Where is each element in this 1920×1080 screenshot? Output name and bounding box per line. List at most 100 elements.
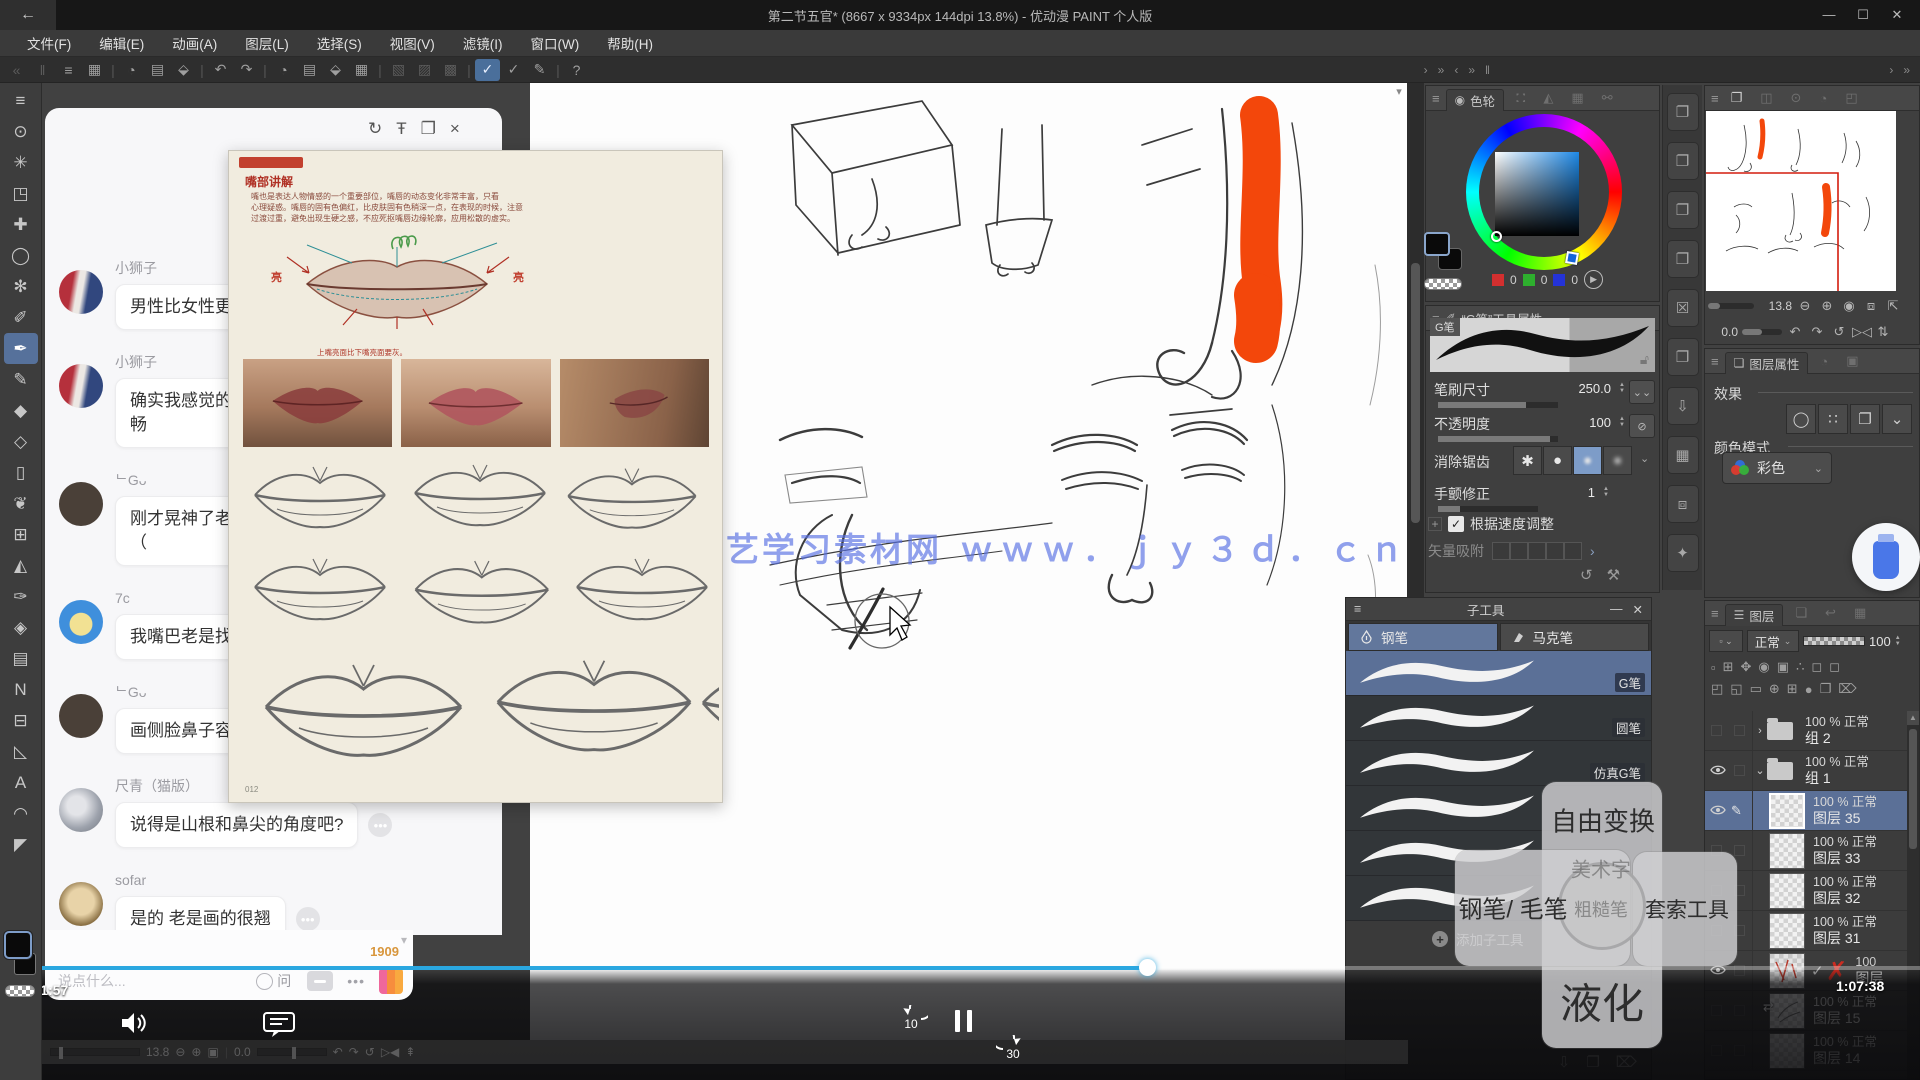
workspace-folder-button[interactable]: ❐	[1667, 191, 1699, 229]
layer-action-icon[interactable]: ⊞	[1723, 659, 1734, 675]
vector-snap-cells[interactable]	[1492, 542, 1582, 560]
chat-collapse-icon[interactable]: ▾	[401, 933, 407, 947]
avatar[interactable]	[59, 482, 103, 526]
usb-overlay-icon[interactable]	[1852, 523, 1920, 591]
anti-alias-option[interactable]: ●	[1573, 446, 1602, 475]
tab-scene[interactable]: ▦	[1848, 605, 1872, 621]
rotate-slider[interactable]	[1742, 329, 1782, 335]
color-mix-icon[interactable]: ▶	[1584, 270, 1603, 289]
tab-layer-property[interactable]: ❏ 图层属性	[1725, 352, 1809, 374]
avatar[interactable]	[59, 270, 103, 314]
layer-action-icon[interactable]: ❐	[1820, 681, 1832, 697]
toolbar-icon[interactable]: |	[375, 59, 385, 81]
toolbar-icon[interactable]: |	[197, 59, 207, 81]
minimize-icon[interactable]: —	[1610, 602, 1623, 616]
menu-item[interactable]: 帮助(H)	[594, 33, 666, 53]
ref-toolbar-icon[interactable]: ❐	[421, 119, 436, 139]
tab-history[interactable]: ◰	[1839, 90, 1863, 106]
forward-30-button[interactable]: 30	[996, 1035, 1030, 1065]
foreground-color-chip[interactable]	[1424, 232, 1450, 256]
workspace-folder-button[interactable]: ❐	[1667, 240, 1699, 278]
tab-color-history[interactable]: ⚯	[1596, 90, 1619, 106]
hue-cursor[interactable]	[1565, 251, 1579, 265]
tab-item-bank[interactable]: ⊙	[1785, 90, 1808, 106]
reference-image-window[interactable]: 嘴部讲解 嘴也是表达人物情感的一个重要部位，嘴唇的动态变化非常丰富，只看 心理疑…	[228, 150, 723, 803]
toolbar-icon[interactable]: ▤	[145, 59, 170, 81]
video-progress-rest[interactable]	[1147, 966, 1920, 970]
blend-mode-dropdown[interactable]: 正常⌄	[1747, 630, 1799, 652]
layer-row[interactable]: ✎ ⌄ ✓✗ 100 % 正常 组 1 ⇄	[1705, 751, 1907, 791]
sv-square[interactable]	[1495, 152, 1579, 236]
rotate-reset-icon[interactable]: ↺	[1830, 324, 1848, 340]
tab-color-wheel[interactable]: ◉ 色轮	[1446, 89, 1505, 111]
toolbar-icon[interactable]: ↶	[208, 59, 233, 81]
statusbar-rotate-slider[interactable]	[257, 1048, 327, 1056]
spinner-icon[interactable]: ▲▼	[1895, 635, 1901, 647]
tab-marker[interactable]: 马克笔	[1500, 623, 1650, 651]
toolbar-icon[interactable]: ✎	[527, 59, 552, 81]
anti-alias-option[interactable]: ●	[1543, 446, 1572, 475]
toolbar-icon[interactable]: ▧	[386, 59, 411, 81]
toolbar-icon[interactable]: ◔	[271, 59, 296, 81]
overlay-free-transform[interactable]: 自由变换	[1551, 802, 1655, 839]
effect-button[interactable]: ◯	[1786, 404, 1816, 434]
chevron-down-icon[interactable]: ⌄	[1640, 452, 1649, 465]
layer-action-icon[interactable]: ◻	[1811, 659, 1822, 675]
video-progress-played[interactable]	[0, 966, 1147, 970]
layer-action-icon[interactable]: ◰	[1711, 681, 1723, 697]
panel-menu-icon[interactable]: ≡	[1711, 91, 1719, 106]
zoom-out-icon[interactable]: ⊖	[1796, 298, 1814, 314]
panel-menu-icon[interactable]: ≡	[1432, 91, 1440, 106]
panel-toggle-icon[interactable]	[307, 971, 333, 991]
navigator-preview[interactable]	[1706, 111, 1896, 291]
toolbar-icon[interactable]: ▨	[412, 59, 437, 81]
spinner-icon[interactable]: ▲▼	[1603, 486, 1609, 498]
opacity-dynamics-button[interactable]: ⊘	[1629, 414, 1655, 438]
flip-icon[interactable]: ▷◀	[381, 1045, 399, 1059]
overlay-liquify[interactable]: 液化	[1560, 971, 1644, 1032]
gift-icon[interactable]	[379, 968, 403, 994]
rotate-left-icon[interactable]: ↶	[1786, 324, 1804, 340]
tab-subview[interactable]: ◫	[1754, 90, 1778, 106]
toolbar-overflow-icon[interactable]: ‖	[1485, 63, 1490, 77]
spinner-icon[interactable]: ▲▼	[1619, 382, 1625, 394]
ask-toggle[interactable]: 问	[256, 971, 291, 991]
layer-row[interactable]: ✎ › ✓✗ 100 % 正常 组 2 ⇄	[1705, 711, 1907, 751]
avatar[interactable]	[59, 788, 103, 832]
toolbar-overflow-icon[interactable]: »	[1903, 63, 1910, 77]
download-material-button[interactable]: ⇩	[1667, 387, 1699, 425]
opacity-value[interactable]: 100	[1589, 415, 1611, 430]
panel-menu-icon[interactable]: ≡	[1354, 602, 1361, 616]
toolbar-icon[interactable]: ▦	[349, 59, 374, 81]
toolbar-icon[interactable]: ⬙	[323, 59, 348, 81]
anti-alias-option[interactable]: ●	[1603, 446, 1632, 475]
tab-layer-search[interactable]: ❏	[1789, 605, 1813, 621]
material-grid-button[interactable]: ▦	[1667, 436, 1699, 474]
rotate-right-icon[interactable]: ↷	[1808, 324, 1826, 340]
layer-action-icon[interactable]: ∴	[1796, 659, 1804, 675]
toolbar-overflow-icon[interactable]: »	[1468, 63, 1475, 77]
toolbar-icon[interactable]: ⬙	[171, 59, 196, 81]
zoom-in-icon[interactable]: ⊕	[191, 1045, 201, 1059]
effect-button[interactable]: ⌄	[1882, 404, 1912, 434]
zoom-in-icon[interactable]: ⊕	[1818, 298, 1836, 314]
layer-action-icon[interactable]: ▫	[1711, 660, 1716, 675]
layer-action-icon[interactable]: ●	[1805, 682, 1813, 697]
material-pose-button[interactable]: ✦	[1667, 534, 1699, 572]
toolbar-icon[interactable]: ▦	[82, 59, 107, 81]
message-more-icon[interactable]: •••	[296, 907, 320, 931]
layer-action-icon[interactable]: ⊕	[1769, 681, 1780, 697]
zoom-slider[interactable]	[1708, 303, 1754, 309]
menu-item[interactable]: 图层(L)	[232, 33, 302, 53]
expand-icon[interactable]: +	[1428, 517, 1442, 531]
brush-size-dynamics-button[interactable]: ⌄⌄	[1629, 380, 1655, 404]
tab-layers[interactable]: ☰ 图层	[1725, 604, 1784, 626]
transparent-color-chip[interactable]	[1424, 278, 1462, 290]
tab-intermediate-color[interactable]: ▦	[1565, 90, 1589, 106]
reset-tool-icon[interactable]: ↺	[1580, 566, 1593, 584]
brush-row[interactable]: 仿真G笔	[1346, 741, 1651, 786]
panel-menu-icon[interactable]: ≡	[1711, 606, 1719, 621]
tab-pen[interactable]: 钢笔	[1348, 623, 1498, 651]
avatar[interactable]	[59, 600, 103, 644]
toolbar-icon[interactable]: |	[108, 59, 118, 81]
